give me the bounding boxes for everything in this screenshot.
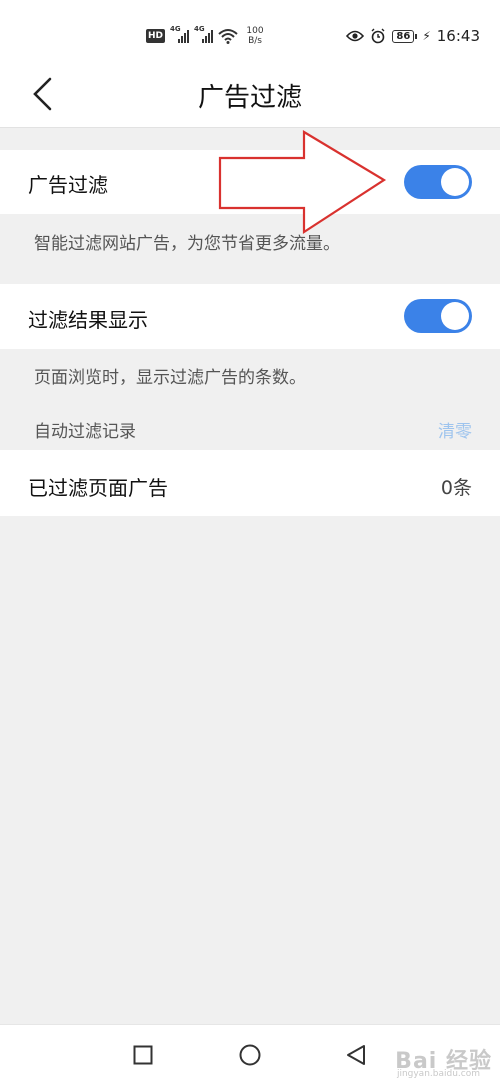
status-left: HD 4G 4G 100 B/s [146, 24, 267, 48]
back-nav-button[interactable] [344, 1043, 368, 1067]
system-nav-bar: Bai 经验 jingyan.baidu.com [0, 1024, 500, 1084]
toggle-knob [441, 168, 469, 196]
network-speed: 100 B/s [243, 26, 267, 46]
recent-apps-button[interactable] [131, 1043, 155, 1067]
hd-badge: HD [146, 29, 166, 43]
ad-filter-toggle[interactable] [404, 165, 472, 199]
charging-icon: ⚡ [422, 29, 431, 43]
battery-icon: 86 [392, 29, 418, 43]
circle-icon [239, 1044, 261, 1066]
filtered-ads-count: 0条 [440, 477, 472, 499]
app-header: 广告过滤 [0, 60, 500, 128]
toggle-knob [441, 302, 469, 330]
network-type-label: 4G [170, 25, 181, 33]
ad-filter-label: 广告过滤 [28, 173, 108, 197]
eye-icon [346, 30, 365, 42]
square-icon [133, 1045, 153, 1065]
home-button[interactable] [238, 1043, 262, 1067]
result-display-label: 过滤结果显示 [28, 308, 148, 332]
signal-icon: 4G [170, 25, 190, 43]
wifi-icon [218, 29, 238, 44]
result-display-toggle[interactable] [404, 299, 472, 333]
network-type-label: 4G [194, 25, 205, 33]
status-bar: HD 4G 4G 100 B/s 86 ⚡ 16:43 [0, 0, 500, 60]
result-display-description: 页面浏览时，显示过滤广告的条数。 [34, 368, 306, 388]
triangle-back-icon [347, 1045, 365, 1065]
status-time: 16:43 [436, 27, 480, 45]
result-display-row[interactable]: 过滤结果显示 [0, 284, 500, 349]
filtered-ads-row: 已过滤页面广告 0条 [0, 450, 500, 516]
alarm-icon [371, 28, 385, 44]
filtered-ads-label: 已过滤页面广告 [28, 476, 168, 500]
watermark-url: jingyan.baidu.com [396, 1069, 480, 1079]
records-section-label: 自动过滤记录 [34, 422, 136, 442]
network-speed-value: 100 [246, 26, 264, 36]
network-speed-unit: B/s [248, 36, 262, 46]
status-right: 86 ⚡ 16:43 [346, 26, 480, 46]
page-title: 广告过滤 [197, 83, 302, 113]
annotation-arrow [218, 130, 387, 235]
signal-icon: 4G [194, 25, 214, 43]
clear-button[interactable]: 清零 [438, 417, 472, 442]
